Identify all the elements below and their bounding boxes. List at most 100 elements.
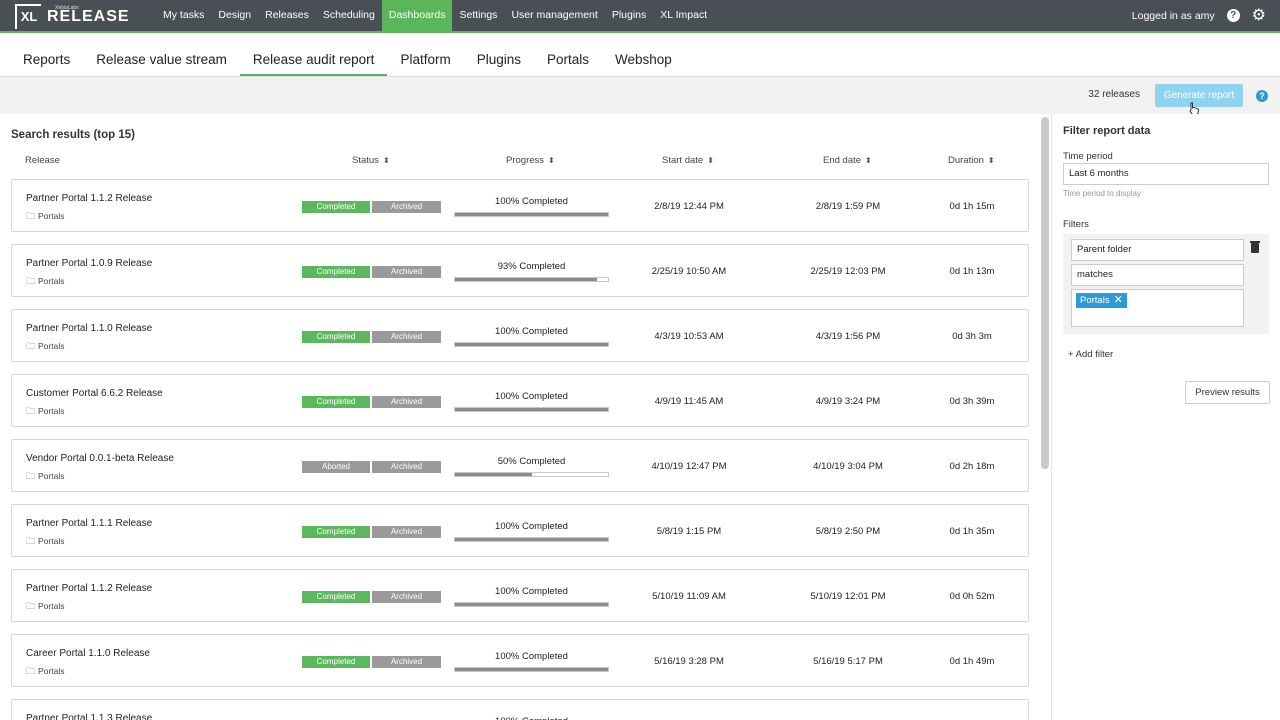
tab-webshop[interactable]: Webshop (602, 43, 685, 76)
sort-icon[interactable]: ⬍ (707, 156, 714, 165)
gear-icon[interactable]: ⚙ (1252, 7, 1266, 24)
filter-field-select[interactable]: Parent folder (1071, 239, 1244, 261)
nav-item-user-management[interactable]: User management (504, 0, 604, 31)
duration: 0d 0h 52m (949, 591, 995, 602)
duration: 0d 1h 15m (949, 201, 995, 212)
sort-icon[interactable]: ⬍ (548, 156, 555, 165)
release-title[interactable]: Partner Portal 1.1.2 Release (26, 193, 152, 204)
duration: 0d 3h 39m (949, 396, 995, 407)
release-title[interactable]: Career Portal 1.1.0 Release (26, 648, 150, 659)
progress-fill (455, 538, 608, 541)
sort-icon[interactable]: ⬍ (383, 156, 390, 165)
tab-plugins[interactable]: Plugins (464, 43, 534, 76)
folder-name: Portals (38, 341, 65, 351)
nav-item-xl-impact[interactable]: XL Impact (653, 0, 714, 31)
logged-in-user[interactable]: Logged in as amy (1132, 10, 1215, 22)
end-date: 5/10/19 12:01 PM (810, 591, 886, 602)
filter-card: Parent folder matches Portals ✕ (1063, 234, 1269, 334)
archived-badge: Archived (372, 331, 441, 343)
main-menu: My tasks Design Releases Scheduling Dashboar… (156, 0, 714, 31)
status-column-header[interactable]: Status ⬍ (352, 155, 390, 166)
start-date-header-label: Start date (662, 155, 704, 166)
end-date: 2/8/19 1:59 PM (815, 201, 881, 212)
nav-item-settings[interactable]: Settings (452, 0, 504, 31)
action-bar: 32 releases Generate report ? (0, 77, 1280, 114)
folder-icon: 🗀 (26, 601, 36, 611)
folder-name: Portals (38, 666, 65, 676)
report-help-icon[interactable]: ? (1256, 90, 1268, 102)
release-row[interactable]: Partner Portal 1.1.1 Release 🗀 Portals Comp… (11, 504, 1029, 557)
progress-text: 100% Completed (495, 391, 568, 402)
folder-icon: 🗀 (26, 666, 36, 676)
nav-item-scheduling[interactable]: Scheduling (316, 0, 382, 31)
progress-text: 100% Completed (495, 326, 568, 337)
release-row[interactable]: Career Portal 1.1.0 Release 🗀 Portals Compl… (11, 634, 1029, 687)
user-area: Logged in as amy ? ⚙ (1132, 0, 1266, 31)
archived-badge: Archived (372, 461, 441, 473)
end-date-column-header[interactable]: End date ⬍ (823, 155, 872, 166)
tab-release-value-stream[interactable]: Release value stream (83, 43, 240, 76)
start-date-column-header[interactable]: Start date ⬍ (662, 155, 714, 166)
sort-icon[interactable]: ⬍ (865, 156, 872, 165)
sort-icon[interactable]: ⬍ (988, 156, 995, 165)
filter-value-input[interactable]: Portals ✕ (1071, 289, 1244, 327)
trash-icon[interactable] (1250, 241, 1260, 253)
nav-item-design[interactable]: Design (211, 0, 258, 31)
status-badge: Completed (302, 656, 370, 668)
progress-bar (454, 212, 609, 217)
tab-release-audit-report[interactable]: Release audit report (239, 43, 388, 76)
results-scrollbar[interactable] (1041, 117, 1049, 469)
release-folder: 🗀 Portals (26, 599, 64, 615)
release-title[interactable]: Vendor Portal 0.0.1-beta Release (26, 453, 174, 464)
folder-name: Portals (38, 601, 65, 611)
filter-panel: Filter report data Time period Last 6 mo… (1051, 114, 1280, 720)
folder-name: Portals (38, 406, 65, 416)
release-title[interactable]: Partner Portal 1.1.0 Release (26, 323, 152, 334)
release-row[interactable]: Partner Portal 1.1.2 Release 🗀 Portals Comp… (11, 569, 1029, 622)
release-header-label: Release (25, 155, 60, 166)
tab-portals[interactable]: Portals (534, 43, 602, 76)
progress-bar (454, 602, 609, 607)
nav-item-my-tasks[interactable]: My tasks (156, 0, 211, 31)
folder-name: Portals (38, 536, 65, 546)
progress-fill (455, 343, 608, 346)
release-title[interactable]: Partner Portal 1.1.3 Release (26, 713, 152, 720)
tab-reports[interactable]: Reports (10, 43, 83, 76)
release-row[interactable]: Partner Portal 1.1.2 Release 🗀 Portals Comp… (11, 179, 1029, 232)
nav-item-dashboards[interactable]: Dashboards (381, 0, 453, 31)
release-title[interactable]: Partner Portal 1.1.1 Release (26, 518, 152, 529)
status-badge: Completed (302, 591, 370, 603)
tab-platform[interactable]: Platform (387, 43, 463, 76)
progress-column-header[interactable]: Progress ⬍ (506, 155, 555, 166)
nav-item-releases[interactable]: Releases (258, 0, 316, 31)
folder-icon: 🗀 (26, 211, 36, 221)
duration-column-header[interactable]: Duration ⬍ (948, 155, 995, 166)
release-row[interactable]: Partner Portal 1.1.0 Release 🗀 Portals Comp… (11, 309, 1029, 362)
duration: 0d 1h 49m (949, 656, 995, 667)
release-row[interactable]: Vendor Portal 0.0.1-beta Release 🗀 Portals… (11, 439, 1029, 492)
app-logo[interactable]: XL XebiaLabs RELEASE (15, 4, 130, 29)
nav-item-plugins[interactable]: Plugins (605, 0, 653, 31)
time-period-select[interactable]: Last 6 months (1063, 163, 1269, 185)
release-row[interactable]: Partner Portal 1.0.9 Release 🗀 Portals Comp… (11, 244, 1029, 297)
release-row[interactable]: Customer Portal 6.6.2 Release 🗀 Portals Com… (11, 374, 1029, 427)
release-row[interactable]: Partner Portal 1.1.3 Release🗀PortalsComp… (11, 699, 1029, 720)
progress-bar (454, 277, 609, 282)
results-title: Search results (top 15) (11, 129, 135, 141)
release-folder: 🗀 Portals (26, 274, 64, 290)
progress-fill (455, 473, 532, 476)
filter-operator-select[interactable]: matches (1071, 264, 1244, 286)
release-title[interactable]: Partner Portal 1.0.9 Release (26, 258, 152, 269)
release-title[interactable]: Customer Portal 6.6.2 Release (26, 388, 163, 399)
end-date: 2/25/19 12:03 PM (810, 266, 886, 277)
progress-text: 100% Completed (454, 716, 609, 720)
help-icon[interactable]: ? (1226, 9, 1240, 22)
status-badge: Completed (302, 266, 370, 278)
folder-icon: 🗀 (26, 406, 36, 416)
progress-bar (454, 342, 609, 347)
archived-badge: Archived (372, 201, 441, 213)
preview-results-button[interactable]: Preview results (1185, 381, 1270, 404)
close-icon[interactable]: ✕ (1114, 293, 1123, 308)
add-filter-link[interactable]: + Add filter (1068, 349, 1113, 360)
release-title[interactable]: Partner Portal 1.1.2 Release (26, 583, 152, 594)
